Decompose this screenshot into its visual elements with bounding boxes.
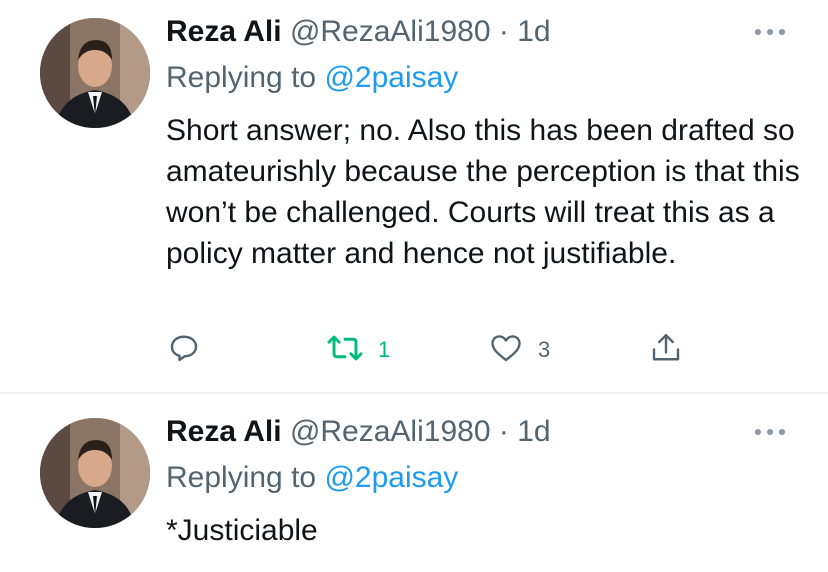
- retweet-button[interactable]: 1: [326, 330, 390, 370]
- author-name[interactable]: Reza Ali: [166, 415, 282, 448]
- tweet-text: *Justiciable: [166, 514, 318, 547]
- reply-icon: [166, 330, 202, 371]
- more-options-icon[interactable]: [752, 424, 788, 440]
- replying-to-link[interactable]: @2paisay: [324, 61, 458, 94]
- avatar[interactable]: [40, 418, 150, 528]
- retweet-count: 1: [378, 337, 391, 362]
- reply-button[interactable]: [166, 330, 202, 370]
- author-handle[interactable]: @RezaAli1980: [290, 15, 491, 48]
- share-icon: [648, 330, 684, 371]
- tweet-header: Reza Ali @RezaAli1980 · 1d: [166, 412, 551, 452]
- like-button[interactable]: 3: [488, 330, 550, 370]
- replying-to-label: Replying to: [166, 61, 325, 94]
- tweet[interactable]: Reza Ali @RezaAli1980 · 1d Replying to @…: [0, 394, 828, 572]
- replying-to-line: Replying to @2paisay: [166, 58, 458, 98]
- separator-dot: ·: [498, 15, 509, 48]
- avatar[interactable]: [40, 18, 150, 128]
- like-count: 3: [538, 337, 551, 362]
- author-name[interactable]: Reza Ali: [166, 15, 282, 48]
- replying-to-line: Replying to @2paisay: [166, 458, 458, 498]
- avatar-photo: [40, 18, 150, 128]
- tweet-text: Short answer; no. Also this has been dra…: [166, 114, 800, 270]
- tweet-actions: 1 3: [0, 330, 828, 370]
- replying-to-label: Replying to: [166, 461, 325, 494]
- tweet-header: Reza Ali @RezaAli1980 · 1d: [166, 12, 551, 52]
- more-options-icon[interactable]: [752, 24, 788, 40]
- retweet-icon: [326, 330, 364, 371]
- tweet[interactable]: Reza Ali @RezaAli1980 · 1d Replying to @…: [0, 0, 828, 392]
- separator-dot: ·: [498, 415, 509, 448]
- share-button[interactable]: [648, 330, 684, 370]
- tweet-timestamp[interactable]: 1d: [517, 15, 550, 48]
- heart-icon: [488, 330, 524, 371]
- tweet-timestamp[interactable]: 1d: [517, 415, 550, 448]
- author-handle[interactable]: @RezaAli1980: [290, 415, 491, 448]
- replying-to-link[interactable]: @2paisay: [324, 461, 458, 494]
- avatar-photo: [40, 418, 150, 528]
